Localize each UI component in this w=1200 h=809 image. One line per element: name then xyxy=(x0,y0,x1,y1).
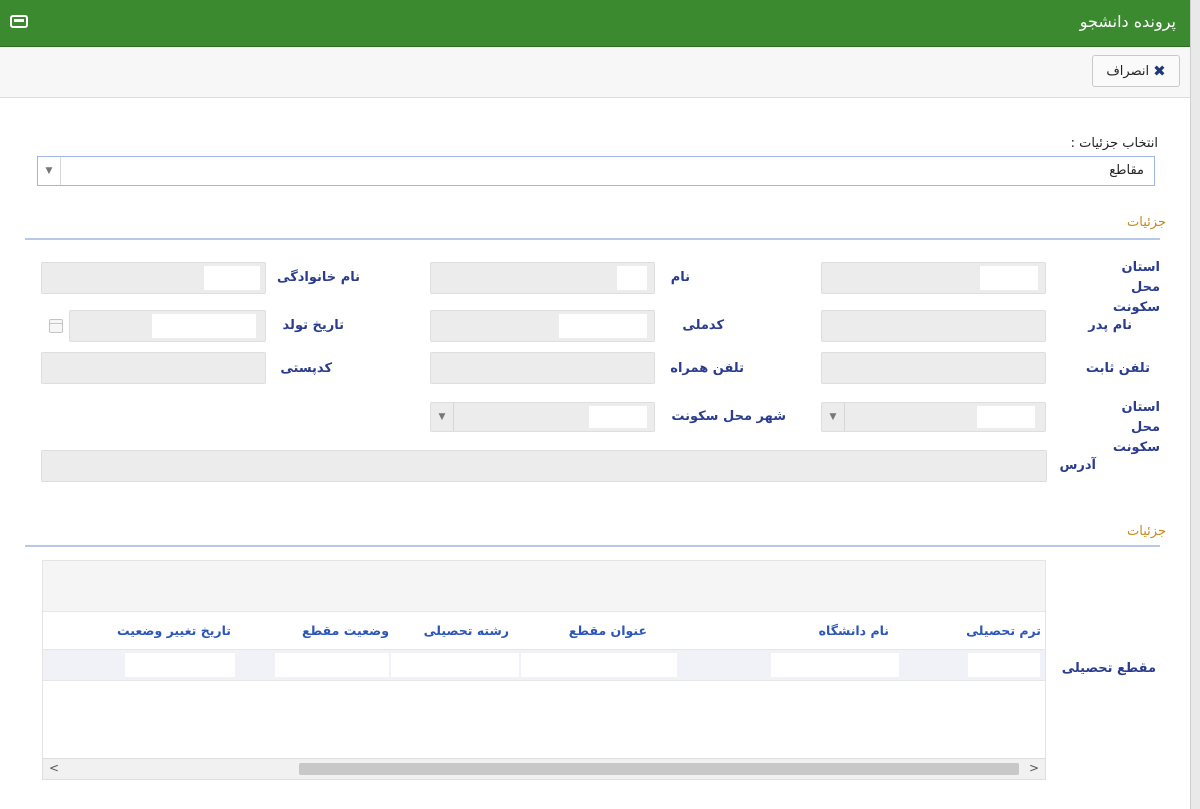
details-select[interactable]: ▼ مقاطع xyxy=(37,156,1155,186)
grid-toolbar-area xyxy=(43,561,1045,612)
province-field[interactable] xyxy=(821,262,1046,294)
landline-field[interactable] xyxy=(821,352,1046,384)
section-divider xyxy=(25,545,1160,547)
dropdown-arrow-icon[interactable]: ▼ xyxy=(431,403,454,431)
mobile-field[interactable] xyxy=(430,352,655,384)
province-label: استان محل سکونت xyxy=(1112,260,1160,315)
cancel-button-label: انصراف xyxy=(1106,63,1150,79)
city-dropdown[interactable]: ▼ xyxy=(430,402,655,432)
province2-label: استان محل سکونت xyxy=(1112,400,1160,455)
section-divider xyxy=(25,238,1160,240)
details-select-value: مقاطع xyxy=(1109,163,1144,178)
city-label: شهر محل سکونت xyxy=(671,409,786,424)
scroll-left-arrow-icon[interactable]: < xyxy=(49,761,59,775)
postal-code-field[interactable] xyxy=(41,352,266,384)
close-x-icon: ✖ xyxy=(1153,62,1166,80)
table-cell[interactable] xyxy=(968,653,1040,677)
address-label: آدرس xyxy=(1059,458,1096,473)
national-code-field[interactable] xyxy=(430,310,655,342)
father-name-field[interactable] xyxy=(821,310,1046,342)
table-cell[interactable] xyxy=(771,653,899,677)
address-field[interactable] xyxy=(41,450,1047,482)
window-title-bar: پرونده دانشجو xyxy=(0,0,1190,47)
section-title: جزئیات xyxy=(1127,215,1166,230)
window-edge xyxy=(1190,0,1200,809)
table-cell[interactable] xyxy=(125,653,235,677)
dropdown-arrow-icon[interactable]: ▼ xyxy=(38,157,61,185)
window-title: پرونده دانشجو xyxy=(1079,12,1176,31)
section-title: جزئیات xyxy=(1127,524,1166,539)
last-name-field[interactable] xyxy=(41,262,266,294)
first-name-label: نام xyxy=(670,270,690,285)
window-icon[interactable] xyxy=(10,15,28,28)
national-code-label: کدملی xyxy=(682,318,724,333)
mobile-label: تلفن همراه xyxy=(670,361,744,376)
column-header-university[interactable]: نام دانشگاه xyxy=(819,623,889,638)
postal-code-label: کدپستی xyxy=(280,361,332,376)
scroll-right-arrow-icon[interactable]: > xyxy=(1029,761,1039,775)
birth-date-label: تاریخ تولد xyxy=(282,318,344,333)
table-cell[interactable] xyxy=(521,653,677,677)
father-name-label: نام پدر xyxy=(1088,318,1132,333)
dropdown-arrow-icon[interactable]: ▼ xyxy=(822,403,845,431)
horizontal-scrollbar[interactable]: < > xyxy=(42,758,1046,780)
column-header-degree-status[interactable]: وضعیت مقطع xyxy=(302,623,389,638)
details-select-label: انتخاب جزئیات : xyxy=(1070,136,1158,151)
table-row[interactable] xyxy=(43,649,1045,681)
first-name-field[interactable] xyxy=(430,262,655,294)
column-header-field-of-study[interactable]: رشته تحصیلی xyxy=(424,623,509,638)
province-dropdown[interactable]: ▼ xyxy=(821,402,1046,432)
column-header-status-change-date[interactable]: تاریخ تغییر وضعیت xyxy=(117,623,231,638)
landline-label: تلفن ثابت xyxy=(1085,361,1150,376)
column-header-degree-title[interactable]: عنوان مقطع xyxy=(569,623,647,638)
scrollbar-thumb[interactable] xyxy=(299,763,1019,775)
degrees-grid: ترم تحصیلی نام دانشگاه عنوان مقطع رشته ت… xyxy=(42,560,1046,778)
cancel-button[interactable]: ✖ انصراف xyxy=(1092,55,1180,87)
calendar-icon[interactable] xyxy=(49,319,63,333)
last-name-label: نام خانوادگی xyxy=(277,270,360,285)
column-header-term[interactable]: ترم تحصیلی xyxy=(966,623,1041,638)
birth-date-field[interactable] xyxy=(69,310,266,342)
table-cell[interactable] xyxy=(275,653,389,677)
toolbar: ✖ انصراف xyxy=(0,47,1190,98)
table-cell[interactable] xyxy=(391,653,519,677)
grid-row-label: مقطع تحصیلی xyxy=(1061,661,1156,676)
